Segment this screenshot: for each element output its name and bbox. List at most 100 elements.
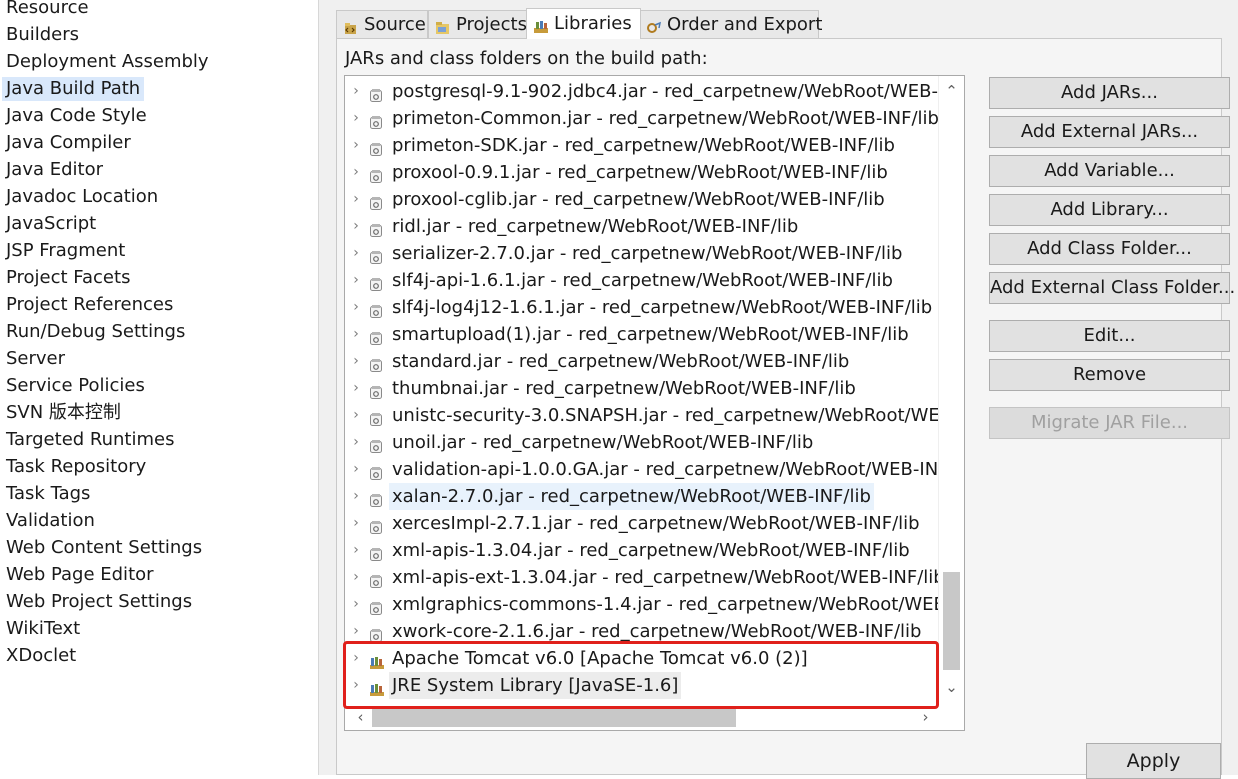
chevron-right-icon[interactable]: › [351,159,361,186]
tab-order-and-export[interactable]: Order and Export [639,10,822,38]
chevron-right-icon[interactable]: › [351,510,361,537]
tab-projects[interactable]: Projects [428,10,529,38]
build-path-entry[interactable]: › proxool-0.9.1.jar - red_carpetnew/WebRo… [345,159,941,186]
chevron-right-icon[interactable]: › [351,267,361,294]
scroll-right-icon[interactable]: › [917,710,934,725]
build-path-entry[interactable]: › validation-api-1.0.0.GA.jar - red_carpe… [345,456,941,483]
build-path-entry[interactable]: › serializer-2.7.0.jar - red_carpetnew/We… [345,240,941,267]
chevron-right-icon[interactable]: › [351,294,361,321]
chevron-right-icon[interactable]: › [351,456,361,483]
horizontal-scrollbar[interactable]: ‹ › [345,705,941,730]
category-item[interactable]: Javadoc Location [2,185,162,209]
build-path-entry[interactable]: › smartupload(1).jar - red_carpetnew/WebR… [345,321,941,348]
category-item[interactable]: Validation [2,509,99,533]
edit-button[interactable]: Edit... [989,320,1230,352]
build-path-entry[interactable]: › unistc-security-3.0.SNAPSH.jar - red_ca… [345,402,941,429]
jar-icon [369,462,383,480]
build-path-entry[interactable]: › postgresql-9.1-902.jdbc4.jar - red_carp… [345,78,941,105]
chevron-right-icon[interactable]: › [351,132,361,159]
category-item[interactable]: Web Content Settings [2,536,206,560]
category-item[interactable]: Web Project Settings [2,590,196,614]
category-item[interactable]: JSP Fragment [2,239,129,263]
scroll-down-icon[interactable]: ⌄ [943,680,960,695]
jar-icon [369,111,383,129]
scroll-left-icon[interactable]: ‹ [352,710,369,725]
chevron-right-icon[interactable]: › [351,429,361,456]
category-item[interactable]: Java Editor [2,158,107,182]
tab-libraries[interactable]: Libraries [526,8,641,39]
vertical-scroll-thumb[interactable] [943,572,960,670]
build-path-entry[interactable]: › slf4j-api-1.6.1.jar - red_carpetnew/Web… [345,267,941,294]
category-item[interactable]: Resource [2,0,93,20]
build-path-entry[interactable]: › unoil.jar - red_carpetnew/WebRoot/WEB-I… [345,429,941,456]
java-build-path-panel: Source Projects Libraries Order and Export … [319,0,1238,779]
chevron-right-icon[interactable]: › [351,321,361,348]
category-item[interactable]: Task Tags [2,482,94,506]
apply-button[interactable]: Apply [1086,743,1221,779]
add-external-class-folder-button[interactable]: Add External Class Folder... [989,272,1235,304]
chevron-right-icon[interactable]: › [351,564,361,591]
entry-label: Apache Tomcat v6.0 [Apache Tomcat v6.0 (… [392,648,808,669]
category-item[interactable]: WikiText [2,617,84,641]
chevron-right-icon[interactable]: › [351,402,361,429]
chevron-right-icon[interactable]: › [351,672,361,699]
build-path-entry[interactable]: › slf4j-log4j12-1.6.1.jar - red_carpetnew… [345,294,941,321]
build-path-entry[interactable]: › xmlgraphics-commons-1.4.jar - red_carpe… [345,591,941,618]
build-path-entry[interactable]: › JRE System Library [JavaSE-1.6] [345,672,941,699]
chevron-right-icon[interactable]: › [351,348,361,375]
add-library-button[interactable]: Add Library... [989,194,1230,226]
scroll-up-icon[interactable]: ⌃ [943,84,960,99]
build-path-entry[interactable]: › xwork-core-2.1.6.jar - red_carpetnew/We… [345,618,941,645]
chevron-right-icon[interactable]: › [351,240,361,267]
chevron-right-icon[interactable]: › [351,645,361,672]
jar-icon [369,84,383,102]
category-item[interactable]: Service Policies [2,374,149,398]
build-path-entry[interactable]: › Apache Tomcat v6.0 [Apache Tomcat v6.0 … [345,645,941,672]
chevron-right-icon[interactable]: › [351,186,361,213]
category-item[interactable]: Targeted Runtimes [2,428,178,452]
chevron-right-icon[interactable]: › [351,78,361,105]
remove-button[interactable]: Remove [989,359,1230,391]
chevron-right-icon[interactable]: › [351,618,361,645]
tab-source[interactable]: Source [336,10,428,38]
library-tree[interactable]: › JRE System Library [JavaSE-1.6] › Apache … [344,75,965,731]
category-item[interactable]: Java Build Path [2,77,145,101]
build-path-entry[interactable]: › primeton-Common.jar - red_carpetnew/Web… [345,105,941,132]
horizontal-scroll-thumb[interactable] [372,708,736,727]
category-item[interactable]: Project References [2,293,177,317]
add-variable-button[interactable]: Add Variable... [989,155,1230,187]
chevron-right-icon[interactable]: › [351,375,361,402]
add-external-jars-button[interactable]: Add External JARs... [989,116,1230,148]
build-path-entry[interactable]: › xalan-2.7.0.jar - red_carpetnew/WebRoot… [345,483,941,510]
category-item[interactable]: Web Page Editor [2,563,158,587]
add-class-folder-button[interactable]: Add Class Folder... [989,233,1230,265]
build-path-entry[interactable]: › thumbnai.jar - red_carpetnew/WebRoot/WE… [345,375,941,402]
add-jars-button[interactable]: Add JARs... [989,77,1230,109]
category-item[interactable]: SVN 版本控制 [2,401,125,425]
tab-label: Projects [456,13,527,35]
build-path-entry[interactable]: › xml-apis-1.3.04.jar - red_carpetnew/Web… [345,537,941,564]
build-path-entry[interactable]: › standard.jar - red_carpetnew/WebRoot/WE… [345,348,941,375]
category-item[interactable]: Server [2,347,69,371]
category-item[interactable]: Java Compiler [2,131,135,155]
category-item[interactable]: Builders [2,23,83,47]
category-item[interactable]: Deployment Assembly [2,50,213,74]
chevron-right-icon[interactable]: › [351,213,361,240]
build-path-entry[interactable]: › xercesImpl-2.7.1.jar - red_carpetnew/We… [345,510,941,537]
vertical-scrollbar[interactable]: ⌃ ⌄ [938,76,964,706]
category-item[interactable]: Java Code Style [2,104,151,128]
category-item[interactable]: JavaScript [2,212,100,236]
chevron-right-icon[interactable]: › [351,483,361,510]
category-item[interactable]: Project Facets [2,266,134,290]
build-path-entry[interactable]: › primeton-SDK.jar - red_carpetnew/WebRoo… [345,132,941,159]
chevron-right-icon[interactable]: › [351,105,361,132]
category-item[interactable]: Run/Debug Settings [2,320,189,344]
chevron-right-icon[interactable]: › [351,537,361,564]
category-item[interactable]: Task Repository [2,455,150,479]
build-path-entry[interactable]: › xml-apis-ext-1.3.04.jar - red_carpetnew… [345,564,941,591]
chevron-right-icon[interactable]: › [351,591,361,618]
build-path-entry[interactable]: › proxool-cglib.jar - red_carpetnew/WebRo… [345,186,941,213]
entry-label: proxool-cglib.jar - red_carpetnew/WebRoo… [392,189,885,210]
category-item[interactable]: XDoclet [2,644,80,668]
build-path-entry[interactable]: › ridl.jar - red_carpetnew/WebRoot/WEB-IN… [345,213,941,240]
